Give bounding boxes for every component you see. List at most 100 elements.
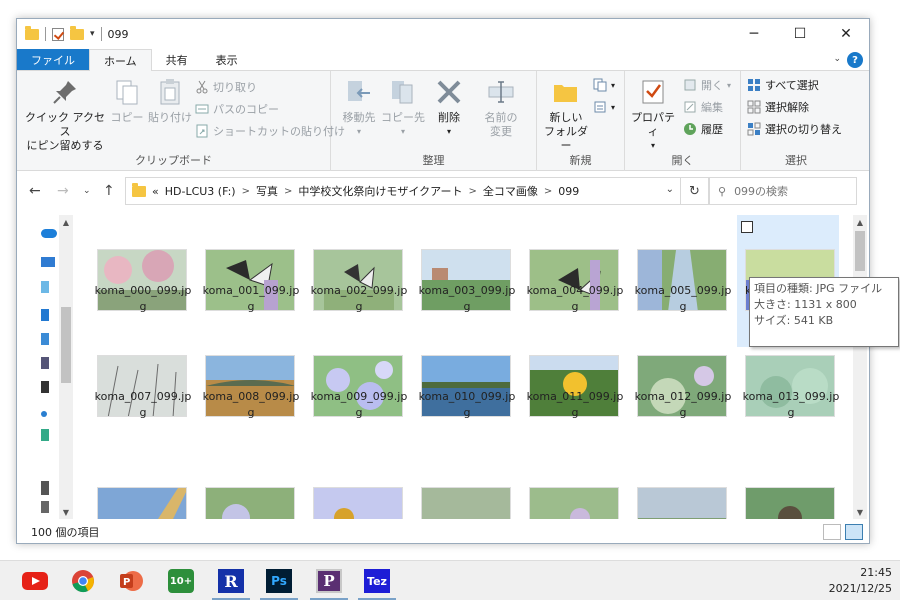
- file-item[interactable]: koma_003_099.jp g: [413, 215, 515, 325]
- chrome-icon[interactable]: [70, 569, 96, 593]
- edit-button[interactable]: 編集: [683, 97, 723, 117]
- breadcrumb-chevron-icon[interactable]: >: [242, 186, 250, 197]
- downloads-icon[interactable]: [41, 309, 49, 321]
- file-item[interactable]: [305, 453, 407, 519]
- file-item[interactable]: [89, 453, 191, 519]
- tez-app-icon[interactable]: Tez: [364, 569, 390, 593]
- history-button[interactable]: 履歴: [683, 119, 723, 139]
- file-item[interactable]: [737, 453, 839, 519]
- search-box[interactable]: ⚲ 099の検索: [709, 177, 857, 205]
- file-item[interactable]: koma_004_099.jp g: [521, 215, 623, 325]
- breadcrumb-overflow[interactable]: «: [152, 185, 159, 198]
- pc-icon[interactable]: [41, 257, 55, 267]
- new-item-button[interactable]: ▾: [593, 75, 615, 95]
- tab-home[interactable]: ホーム: [89, 49, 152, 71]
- help-icon[interactable]: ?: [847, 52, 863, 68]
- customize-qat-dropdown-icon[interactable]: ▾: [90, 29, 95, 39]
- file-item[interactable]: koma_012_099.jp g: [629, 321, 731, 431]
- scroll-up-icon[interactable]: ▲: [853, 215, 867, 229]
- breadcrumb-chevron-icon[interactable]: >: [468, 186, 476, 197]
- powerpoint-icon[interactable]: P: [118, 569, 144, 593]
- file-item[interactable]: [629, 453, 731, 519]
- breadcrumb-current[interactable]: 099: [558, 185, 579, 198]
- up-arrow-icon[interactable]: ↑: [103, 183, 115, 199]
- back-arrow-icon[interactable]: ←: [29, 183, 41, 199]
- copy-to-button[interactable]: コピー先 ▾: [381, 77, 425, 139]
- tab-file[interactable]: ファイル: [17, 49, 89, 70]
- music-icon[interactable]: [41, 411, 47, 417]
- pin-quick-access-button[interactable]: クイック アクセス にピン留めする: [23, 77, 107, 153]
- youtube-icon[interactable]: [22, 569, 48, 593]
- item-checkbox[interactable]: [741, 221, 753, 233]
- file-item[interactable]: koma_001_099.jp g: [197, 215, 299, 325]
- properties-icon[interactable]: [52, 27, 64, 41]
- delete-button[interactable]: 削除 ▾: [431, 77, 467, 139]
- tenplus-icon[interactable]: 10+: [168, 569, 194, 593]
- address-dropdown-icon[interactable]: ⌄: [666, 184, 674, 195]
- breadcrumb-photos[interactable]: 写真: [256, 183, 278, 199]
- tab-view[interactable]: 表示: [202, 49, 252, 70]
- nav-pane-scroll-thumb[interactable]: [61, 307, 71, 383]
- file-item[interactable]: koma_009_099.jp g: [305, 321, 407, 431]
- breadcrumb-chevron-icon[interactable]: >: [284, 186, 292, 197]
- drive-icon[interactable]: [41, 481, 49, 495]
- file-list-scrollbar[interactable]: ▲ ▼: [853, 215, 867, 519]
- file-item[interactable]: koma_005_099.jp g: [629, 215, 731, 325]
- scroll-up-icon[interactable]: ▲: [59, 215, 73, 229]
- refresh-icon[interactable]: ↻: [680, 178, 708, 204]
- tab-share[interactable]: 共有: [152, 49, 202, 70]
- close-button[interactable]: ✕: [823, 19, 869, 49]
- file-item[interactable]: koma_011_099.jp g: [521, 321, 623, 431]
- drive-icon[interactable]: [41, 501, 49, 513]
- large-icons-view-icon[interactable]: [845, 524, 863, 540]
- 3d-objects-icon[interactable]: [41, 281, 49, 293]
- new-folder-button[interactable]: 新しい フォルダー: [543, 77, 589, 153]
- file-item[interactable]: [521, 453, 623, 519]
- copy-button[interactable]: コピー: [107, 77, 147, 125]
- collapse-ribbon-icon[interactable]: ⌄: [833, 54, 841, 64]
- file-item[interactable]: koma_002_099.jp g: [305, 215, 407, 325]
- file-item[interactable]: koma_008_099.jp g: [197, 321, 299, 431]
- maximize-button[interactable]: ☐: [777, 19, 823, 49]
- recent-locations-chevron-icon[interactable]: ⌄: [83, 186, 91, 196]
- new-folder-icon[interactable]: [70, 25, 84, 40]
- copy-path-button[interactable]: パスのコピー: [195, 99, 279, 119]
- desktop-icon[interactable]: [41, 429, 49, 441]
- breadcrumb-all-frames[interactable]: 全コマ画像: [483, 183, 538, 199]
- address-bar[interactable]: « HD-LCU3 (F:) > 写真 > 中学校文化祭向けモザイクアート > …: [125, 177, 709, 205]
- forward-arrow-icon[interactable]: →: [57, 183, 69, 199]
- easy-access-button[interactable]: ▾: [593, 97, 615, 117]
- photoshop-icon[interactable]: Ps: [266, 569, 292, 593]
- paste-button[interactable]: 貼り付け: [147, 77, 193, 125]
- cut-button[interactable]: 切り取り: [195, 77, 257, 97]
- select-all-button[interactable]: すべて選択: [747, 75, 819, 95]
- file-item[interactable]: koma_010_099.jp g: [413, 321, 515, 431]
- r-app-icon[interactable]: R: [218, 569, 244, 593]
- file-item[interactable]: [413, 453, 515, 519]
- invert-selection-button[interactable]: 選択の切り替え: [747, 119, 842, 139]
- breadcrumb-drive[interactable]: HD-LCU3 (F:): [165, 185, 236, 198]
- file-list-scroll-thumb[interactable]: [855, 231, 865, 271]
- file-item[interactable]: [197, 453, 299, 519]
- move-to-button[interactable]: 移動先 ▾: [337, 77, 381, 139]
- scroll-down-icon[interactable]: ▼: [59, 505, 73, 519]
- nav-pane-scrollbar[interactable]: ▲ ▼: [59, 215, 73, 519]
- onedrive-icon[interactable]: [41, 229, 57, 238]
- videos-icon[interactable]: [41, 381, 49, 393]
- breadcrumb-chevron-icon[interactable]: >: [544, 186, 552, 197]
- rename-button[interactable]: 名前の 変更: [479, 77, 523, 139]
- scroll-down-icon[interactable]: ▼: [853, 505, 867, 519]
- breadcrumb-mosaic[interactable]: 中学校文化祭向けモザイクアート: [298, 183, 462, 199]
- documents-icon[interactable]: [41, 333, 49, 345]
- open-button[interactable]: 開く ▾: [683, 75, 731, 95]
- file-item[interactable]: koma_000_099.jp g: [89, 215, 191, 325]
- pictures-icon[interactable]: [41, 357, 49, 369]
- taskbar-clock[interactable]: 21:45 2021/12/25: [829, 565, 892, 597]
- p-app-icon[interactable]: P: [316, 569, 342, 593]
- details-view-icon[interactable]: [823, 524, 841, 540]
- paste-shortcut-button[interactable]: ショートカットの貼り付け: [195, 121, 345, 141]
- properties-button[interactable]: プロパティ ▾: [629, 77, 677, 153]
- minimize-button[interactable]: ─: [731, 19, 777, 49]
- file-item[interactable]: koma_007_099.jp g: [89, 321, 191, 431]
- select-none-button[interactable]: 選択解除: [747, 97, 809, 117]
